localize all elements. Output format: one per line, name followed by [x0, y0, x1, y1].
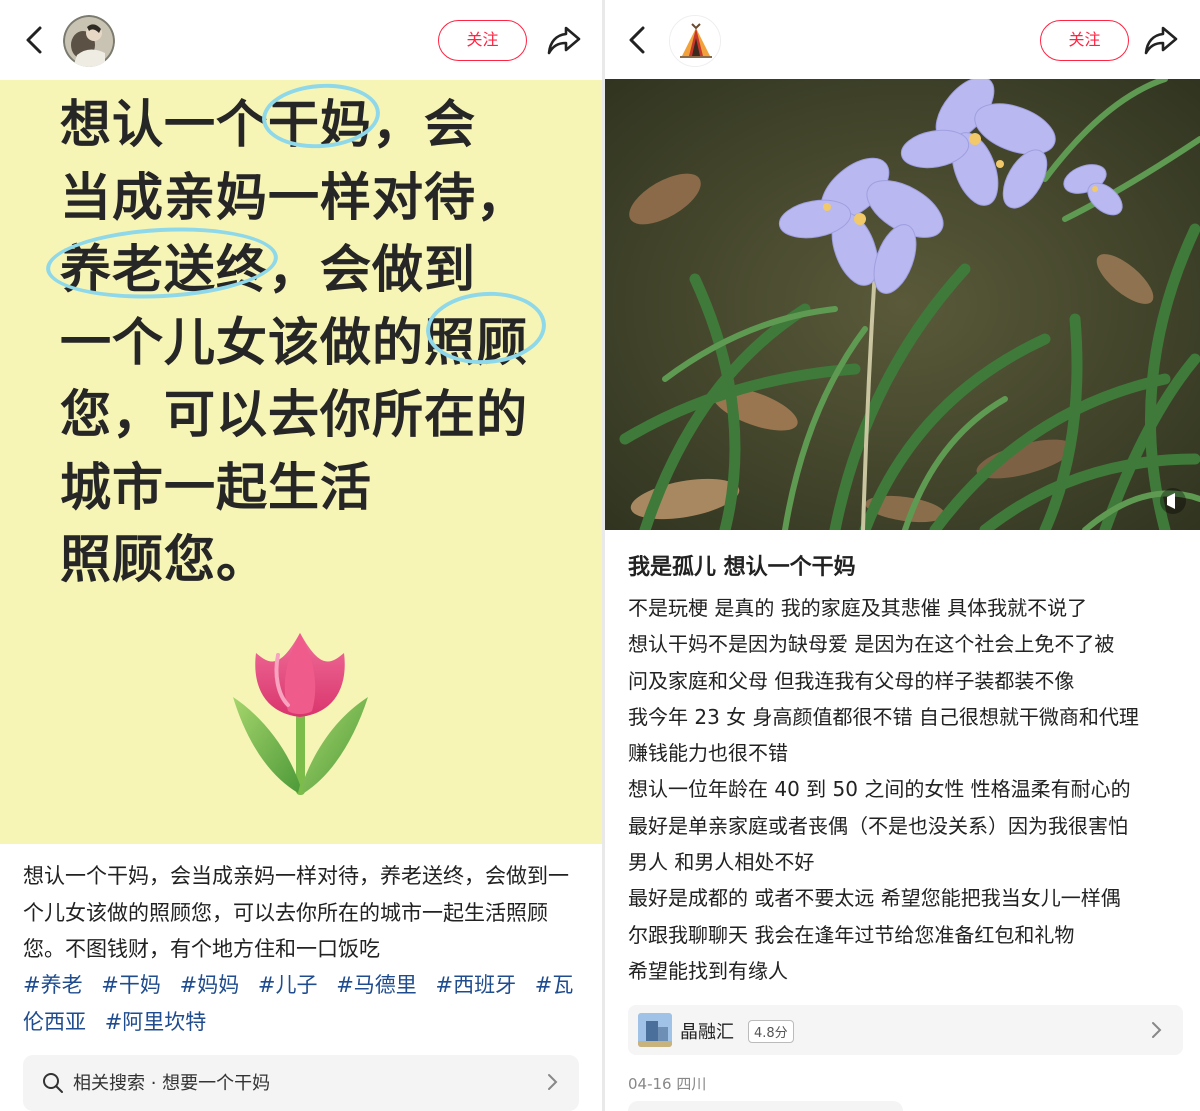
search-icon [43, 1073, 63, 1093]
body-line: 男人 和男人相处不好 [628, 850, 815, 875]
poster-line: 照顾您。 [60, 531, 269, 590]
hashtag-list: #养老 #干妈 #妈妈 #儿子 #马德里 #西班牙 #瓦伦西亚 #阿里坎特 [23, 967, 588, 1040]
hashtag[interactable]: #干妈 [101, 973, 161, 997]
body-line: 我今年 23 女 身高颜值都很不错 自己很想就干微商和代理 [628, 704, 1139, 729]
left-post-panel: 关注 想认一个干妈，会 当成亲妈一样对待， 养老送终，会做到 一个儿女该做的照顾… [0, 0, 602, 1111]
hashtag[interactable]: #儿子 [258, 973, 318, 997]
post-caption: 想认一个干妈，会当成亲妈一样对待，养老送终，会做到一个儿女该做的照顾您，可以去你… [23, 864, 569, 961]
poster-line: 您，可以去你所在的 [60, 386, 529, 445]
body-line: 希望能找到有缘人 [628, 958, 788, 983]
location-name: 晶融汇 [680, 1022, 734, 1043]
photo-illustration [605, 79, 1200, 530]
hashtag[interactable]: #阿里坎特 [105, 1010, 207, 1034]
post-date-location: 04-16 四川 [628, 1075, 707, 1093]
hashtag[interactable]: #马德里 [336, 973, 417, 997]
share-icon[interactable] [1142, 22, 1180, 58]
follow-button[interactable]: 关注 [438, 20, 527, 61]
body-line: 最好是成都的 或者不要太远 希望您能把我当女儿一样偶 [628, 886, 1121, 911]
comment-input[interactable] [628, 1101, 903, 1111]
post-title: 我是孤儿 想认一个干妈 [628, 555, 856, 580]
body-line: 不是玩梗 是真的 我的家庭及其悲催 具体我就不说了 [628, 596, 1088, 620]
iris-flower-photo [605, 79, 1200, 530]
right-top-bar: 关注 [605, 0, 1200, 80]
follow-button[interactable]: 关注 [1040, 20, 1129, 61]
camping-tent-avatar[interactable] [669, 15, 721, 67]
body-line: 想认一位年龄在 40 到 50 之间的女性 性格温柔有耐心的 [628, 777, 1131, 802]
right-post-panel: 关注 我是孤儿 想认一个干妈 不是玩梗 是真的 我的家庭及其悲催 具体我就不说了… [605, 0, 1200, 1111]
body-line: 尔跟我聊聊天 我会在逢年过节给您准备红包和礼物 [628, 922, 1075, 947]
poster-image: 想认一个干妈，会 当成亲妈一样对待， 养老送终，会做到 一个儿女该做的照顾 您，… [0, 79, 602, 844]
location-thumbnail [638, 1013, 672, 1047]
share-icon[interactable] [545, 22, 583, 58]
hashtag[interactable]: #西班牙 [435, 973, 516, 997]
body-line: 想认干妈不是因为缺母爱 是因为在这个社会上免不了被 [628, 632, 1115, 657]
location-score: 4.8分 [748, 1020, 794, 1043]
left-top-bar: 关注 [0, 0, 602, 80]
chevron-right-icon [1152, 1022, 1162, 1038]
back-arrow-icon[interactable] [621, 20, 657, 60]
body-line: 问及家庭和父母 但我连我有父母的样子装都装不像 [628, 668, 1075, 693]
poster-line: 当成亲妈一样对待， [60, 168, 529, 228]
post-body: 不是玩梗 是真的 我的家庭及其悲催 具体我就不说了 想认干妈不是因为缺母爱 是因… [628, 590, 1183, 989]
author-avatar[interactable] [63, 15, 115, 67]
tulip-emoji [228, 625, 373, 800]
hashtag[interactable]: #养老 [23, 973, 83, 997]
body-line: 最好是单亲家庭或者丧偶（不是也没关系）因为我很害怕 [628, 813, 1128, 838]
body-line: 赚钱能力也很不错 [628, 741, 788, 766]
poster-line: 城市一起生活 [60, 458, 373, 518]
chevron-right-icon [548, 1074, 558, 1090]
related-search-bar[interactable]: 相关搜索 · 想要一个干妈 [23, 1055, 579, 1111]
back-arrow-icon[interactable] [18, 20, 54, 60]
location-card[interactable]: 晶融汇 4.8分 [628, 1005, 1183, 1055]
related-search-text: 相关搜索 · 想要一个干妈 [73, 1073, 271, 1094]
hashtag[interactable]: #妈妈 [180, 973, 240, 997]
